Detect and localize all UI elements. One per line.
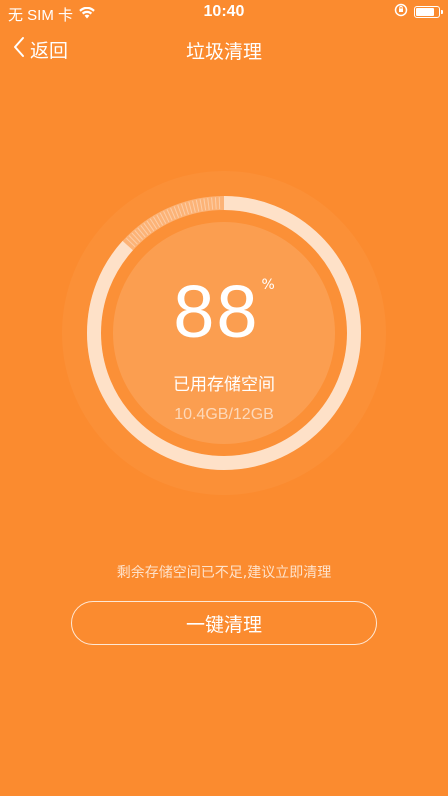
gauge-center: 88% 已用存储空间 10.4GB/12GB xyxy=(62,167,386,499)
used-percent-value: 88 xyxy=(173,270,260,353)
storage-gauge: 88% 已用存储空间 10.4GB/12GB xyxy=(62,167,386,499)
percent-unit: % xyxy=(261,277,275,293)
page-title: 垃圾清理 xyxy=(185,41,262,63)
status-right xyxy=(394,3,443,21)
used-storage-amount: 10.4GB/12GB xyxy=(174,406,274,423)
battery-icon xyxy=(414,6,443,18)
battery-fill xyxy=(416,8,434,16)
status-bar: 无 SIM 卡 10:40 xyxy=(0,0,448,26)
nav-bar: 返回 垃圾清理 xyxy=(0,26,448,74)
percent-row: 88% xyxy=(62,275,386,349)
orientation-lock-icon xyxy=(394,3,408,21)
status-time: 10:40 xyxy=(203,3,245,20)
used-storage-label: 已用存储空间 xyxy=(173,375,275,395)
one-click-clean-button[interactable]: 一键清理 xyxy=(71,601,377,645)
storage-warning: 剩余存储空间已不足,建议立即清理 xyxy=(116,565,332,581)
